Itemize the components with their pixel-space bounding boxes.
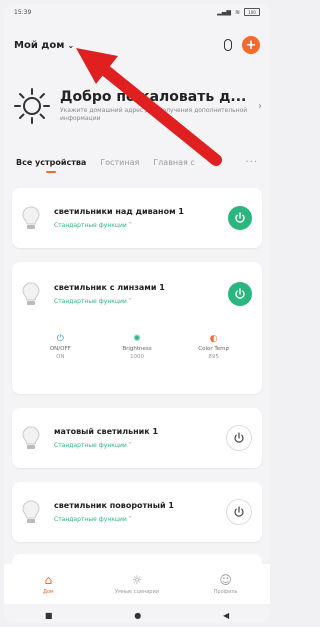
device-name: светильник поворотный 1 bbox=[54, 501, 174, 510]
home-label: Мой дом bbox=[14, 39, 65, 51]
bottom-nav: ⌂ Дом ☼ Умные сценарии ☺ Профиль bbox=[4, 564, 270, 604]
tab-living-room[interactable]: Гостиная bbox=[100, 158, 139, 167]
control-brightness[interactable]: ✺ Brightness 1000 bbox=[112, 334, 162, 360]
control-label: Color Temp bbox=[198, 346, 230, 352]
home-icon: ⌂ bbox=[44, 573, 53, 587]
standard-functions-link[interactable]: Стандартные функции ˅ bbox=[54, 516, 226, 523]
power-toggle[interactable] bbox=[228, 206, 252, 230]
device-card[interactable]: светильник поворотный 1 Стандартные функ… bbox=[12, 482, 262, 542]
bulb-icon bbox=[22, 282, 40, 305]
tab-all-devices[interactable]: Все устройства bbox=[16, 158, 86, 173]
signal-icon: ▂▄▆ bbox=[217, 8, 231, 16]
microphone-icon[interactable] bbox=[224, 39, 232, 51]
power-icon bbox=[235, 288, 245, 299]
control-label: ON/OFF bbox=[49, 346, 71, 352]
wifi-icon: ≋ bbox=[234, 8, 240, 16]
quick-controls: ⏻ ON/OFF ON ✺ Brightness 1000 ◐ Color Te… bbox=[12, 326, 262, 360]
scenes-icon: ☼ bbox=[131, 573, 143, 587]
more-icon[interactable]: ··· bbox=[245, 157, 258, 168]
standard-functions-link[interactable]: Стандартные функции ˅ bbox=[54, 442, 226, 449]
chevron-down-icon: ⌄ bbox=[67, 40, 75, 50]
power-toggle[interactable] bbox=[228, 282, 252, 306]
power-toggle[interactable] bbox=[226, 499, 252, 525]
welcome-banner[interactable]: Добро пожаловать д... Укажите домашний а… bbox=[12, 76, 262, 136]
brightness-icon: ✺ bbox=[133, 334, 141, 344]
sun-icon bbox=[14, 88, 50, 124]
status-bar: 15:39 ▂▄▆ ≋ 100 bbox=[4, 4, 270, 20]
bulb-icon bbox=[22, 426, 40, 449]
battery-icon: 100 bbox=[244, 8, 260, 16]
nav-label: Профиль bbox=[213, 589, 238, 595]
nav-profile[interactable]: ☺ Профиль bbox=[191, 573, 261, 595]
power-toggle[interactable] bbox=[226, 425, 252, 451]
header: Мой дом ⌄ + bbox=[4, 32, 270, 58]
chevron-right-icon: › bbox=[258, 100, 262, 112]
power-icon bbox=[235, 212, 245, 223]
device-card[interactable]: светильники над диваном 1 Стандартные фу… bbox=[12, 188, 262, 248]
status-time: 15:39 bbox=[14, 8, 32, 16]
nav-scenes[interactable]: ☼ Умные сценарии bbox=[102, 573, 172, 595]
control-label: Brightness bbox=[122, 346, 152, 352]
device-card[interactable]: матовый светильник 1 Стандартные функции… bbox=[12, 408, 262, 468]
app-screen: 15:39 ▂▄▆ ≋ 100 Мой дом ⌄ + Добро пожало… bbox=[4, 4, 270, 623]
room-tabs: Все устройства Гостиная Главная с ··· bbox=[4, 149, 270, 175]
home-selector[interactable]: Мой дом ⌄ bbox=[14, 40, 74, 51]
device-card[interactable]: светильник с линзами 1 Стандартные функц… bbox=[12, 262, 262, 394]
color-temp-icon: ◐ bbox=[209, 334, 218, 344]
bulb-icon bbox=[22, 206, 40, 229]
control-value: ON bbox=[56, 354, 65, 360]
standard-functions-link[interactable]: Стандартные функции ˅ bbox=[54, 298, 228, 305]
control-color-temp[interactable]: ◐ Color Temp 895 bbox=[189, 334, 239, 360]
profile-icon: ☺ bbox=[219, 573, 232, 587]
nav-label: Дом bbox=[42, 589, 54, 595]
power-icon: ⏻ bbox=[56, 334, 64, 344]
control-value: 1000 bbox=[129, 354, 144, 360]
nav-home[interactable]: ⌂ Дом bbox=[13, 573, 83, 595]
power-icon bbox=[234, 432, 244, 443]
device-name: светильники над диваном 1 bbox=[54, 207, 184, 216]
welcome-subtitle: Укажите домашний адрес для получения доп… bbox=[60, 107, 248, 122]
add-device-button[interactable]: + bbox=[242, 36, 260, 54]
welcome-title: Добро пожаловать д... bbox=[60, 89, 247, 105]
power-icon bbox=[234, 506, 244, 517]
recent-apps-icon[interactable]: ■ bbox=[45, 611, 53, 620]
bulb-icon bbox=[22, 500, 40, 523]
standard-functions-link[interactable]: Стандартные функции ˅ bbox=[54, 222, 228, 229]
device-name: светильник с линзами 1 bbox=[54, 283, 165, 292]
system-nav-bar: ■ ● ◀ bbox=[4, 608, 270, 623]
tab-main[interactable]: Главная с bbox=[153, 158, 195, 167]
device-name: матовый светильник 1 bbox=[54, 427, 159, 436]
nav-label: Умные сценарии bbox=[115, 589, 159, 595]
home-button-icon[interactable]: ● bbox=[134, 611, 141, 620]
back-icon[interactable]: ◀ bbox=[223, 611, 229, 620]
plus-icon: + bbox=[245, 37, 257, 53]
control-on-off[interactable]: ⏻ ON/OFF ON bbox=[35, 334, 85, 360]
control-value: 895 bbox=[208, 354, 219, 360]
